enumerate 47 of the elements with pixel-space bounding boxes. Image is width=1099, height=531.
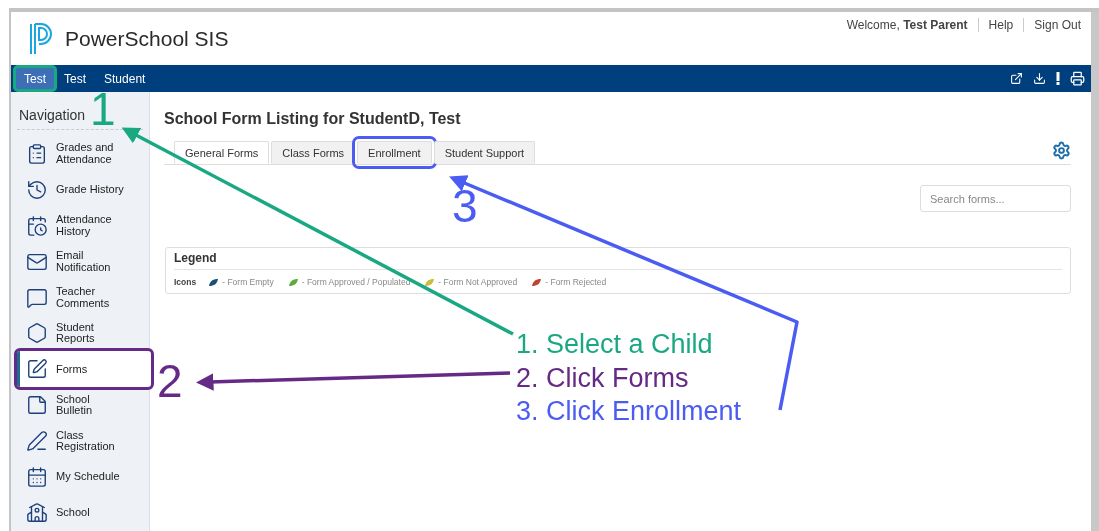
- form-tab[interactable]: General Forms: [174, 141, 270, 164]
- pencil-icon: [26, 430, 48, 453]
- sidebar-item[interactable]: Email Notification: [17, 243, 151, 280]
- speech-bubble-icon: [26, 286, 48, 309]
- sidebar-item[interactable]: Teacher Comments: [17, 279, 151, 316]
- step-number: 2: [157, 358, 183, 404]
- search-field[interactable]: Search forms...: [920, 185, 1071, 212]
- note-icon: [26, 394, 48, 417]
- header-link[interactable]: Sign Out: [1023, 18, 1081, 32]
- sidebar-item[interactable]: Student Reports: [17, 315, 151, 352]
- legend-text: - Form Not Approved: [438, 277, 518, 287]
- calendar-clock-icon: [26, 214, 48, 237]
- scrollbar[interactable]: [1091, 12, 1099, 531]
- alert-icon[interactable]: [1056, 72, 1060, 85]
- clipboard-icon: [26, 142, 48, 165]
- sidebar-item[interactable]: Grades and Attendance: [17, 136, 151, 172]
- step-instruction: 1. Select a Child: [516, 331, 713, 358]
- hexagon-icon: [26, 322, 48, 345]
- legend-label: Icons: [174, 277, 197, 287]
- step-number: 3: [452, 183, 478, 229]
- external-link-icon[interactable]: [1010, 72, 1023, 85]
- header-link[interactable]: Help: [977, 18, 1014, 32]
- sidebar-item[interactable]: Class Registration: [17, 423, 151, 460]
- sidebar-item[interactable]: Attendance History: [17, 207, 151, 244]
- legend-title: Legend: [174, 251, 1062, 270]
- legend-text: - Form Empty: [222, 277, 274, 287]
- sidebar-item[interactable]: Grade History: [17, 171, 151, 208]
- school-icon: [26, 502, 48, 524]
- student-tab[interactable]: Test: [15, 67, 55, 90]
- pencil-square-icon: [26, 358, 48, 381]
- step-instruction: 2. Click Forms: [516, 365, 689, 392]
- form-tab[interactable]: Student Support: [433, 141, 536, 164]
- printer-icon[interactable]: [1070, 71, 1085, 86]
- settings-icon[interactable]: [1052, 141, 1071, 160]
- download-icon[interactable]: [1033, 72, 1046, 85]
- calendar-icon: [26, 466, 48, 489]
- legend-text: - Form Rejected: [545, 277, 607, 287]
- clock-icon: [26, 178, 48, 201]
- legend-text: - Form Approved / Populated: [301, 277, 411, 287]
- sidebar-item[interactable]: School Bulletin: [17, 387, 151, 424]
- step-instruction: 3. Click Enrollment: [516, 398, 742, 425]
- sidebar-item[interactable]: School: [17, 495, 151, 531]
- brand-name: PowerSchool SIS: [65, 26, 229, 51]
- page-title: School Form Listing for StudentD, Test: [164, 110, 462, 128]
- welcome-text: Welcome, Test Parent: [846, 18, 968, 32]
- sidebar-item[interactable]: Forms: [17, 351, 151, 388]
- sidebar-item[interactable]: My Schedule: [17, 459, 151, 496]
